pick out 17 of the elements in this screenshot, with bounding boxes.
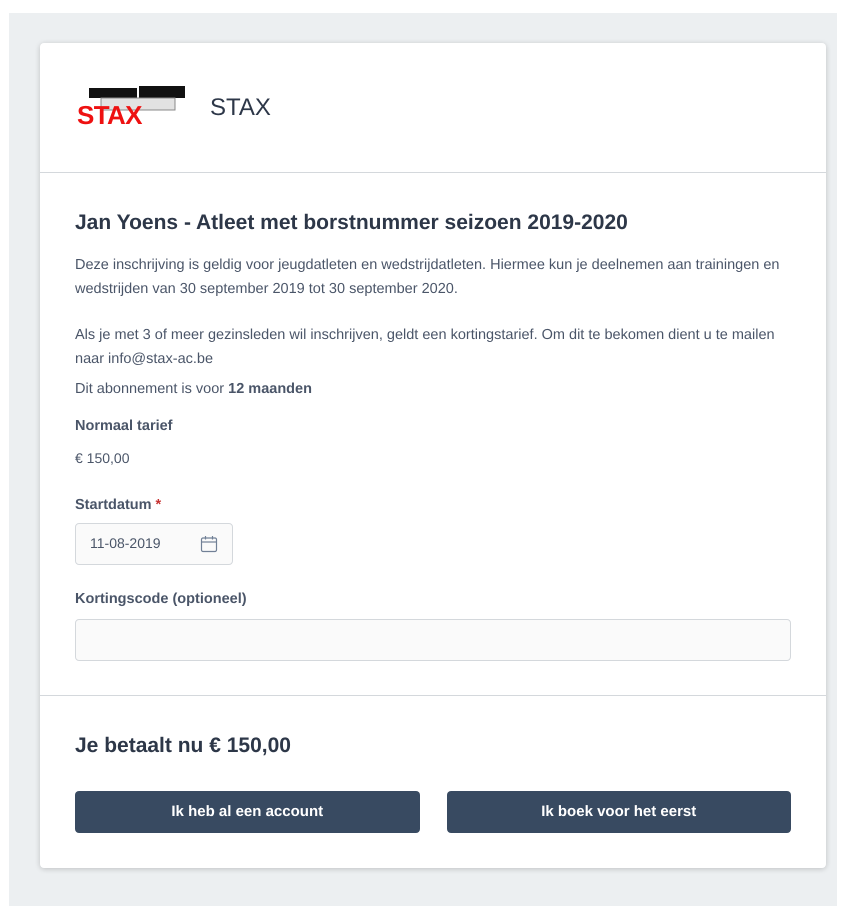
date-field[interactable]: 11-08-2019 [75, 522, 233, 565]
calendar-icon [200, 534, 218, 553]
action-button[interactable]: Ik boek voor het eerst [446, 791, 791, 833]
price-label: Normaal tarief [75, 417, 174, 436]
form-title: Jan Yoens - Atleet met borstnummer seizoen 2019-2020 [75, 210, 629, 236]
brand-title: STAX [210, 92, 271, 122]
discount-code-label: Kortingscode (optioneel) [75, 590, 248, 609]
logo-text: STAX [77, 102, 142, 128]
description-paragraph: Als je met 3 of meer gezinsleden wil inschrijven, geldt een kortingstarief. Om dit te bekomen dient u te mailen naar info@stax-ac.be [75, 326, 776, 368]
required-mark: * [156, 496, 162, 515]
total-text: Je betaalt nu € 150,00 [75, 732, 292, 758]
action-button[interactable]: Ik heb al een account [75, 791, 420, 833]
description-paragraph: Deze inschrijving is geldig voor jeugdatleten en wedstrijdatleten. Hiermee kun je deelnemen aan trainingen en wedstrijden van 30 september 2019 tot 30 september 2020. [75, 256, 780, 298]
price-value: € 150,00 [75, 449, 130, 468]
duration-text: Dit abonnement is voor 12 maanden [75, 380, 313, 398]
discount-code-field[interactable] [75, 618, 791, 660]
start-date-label: Startdatum [75, 496, 152, 515]
